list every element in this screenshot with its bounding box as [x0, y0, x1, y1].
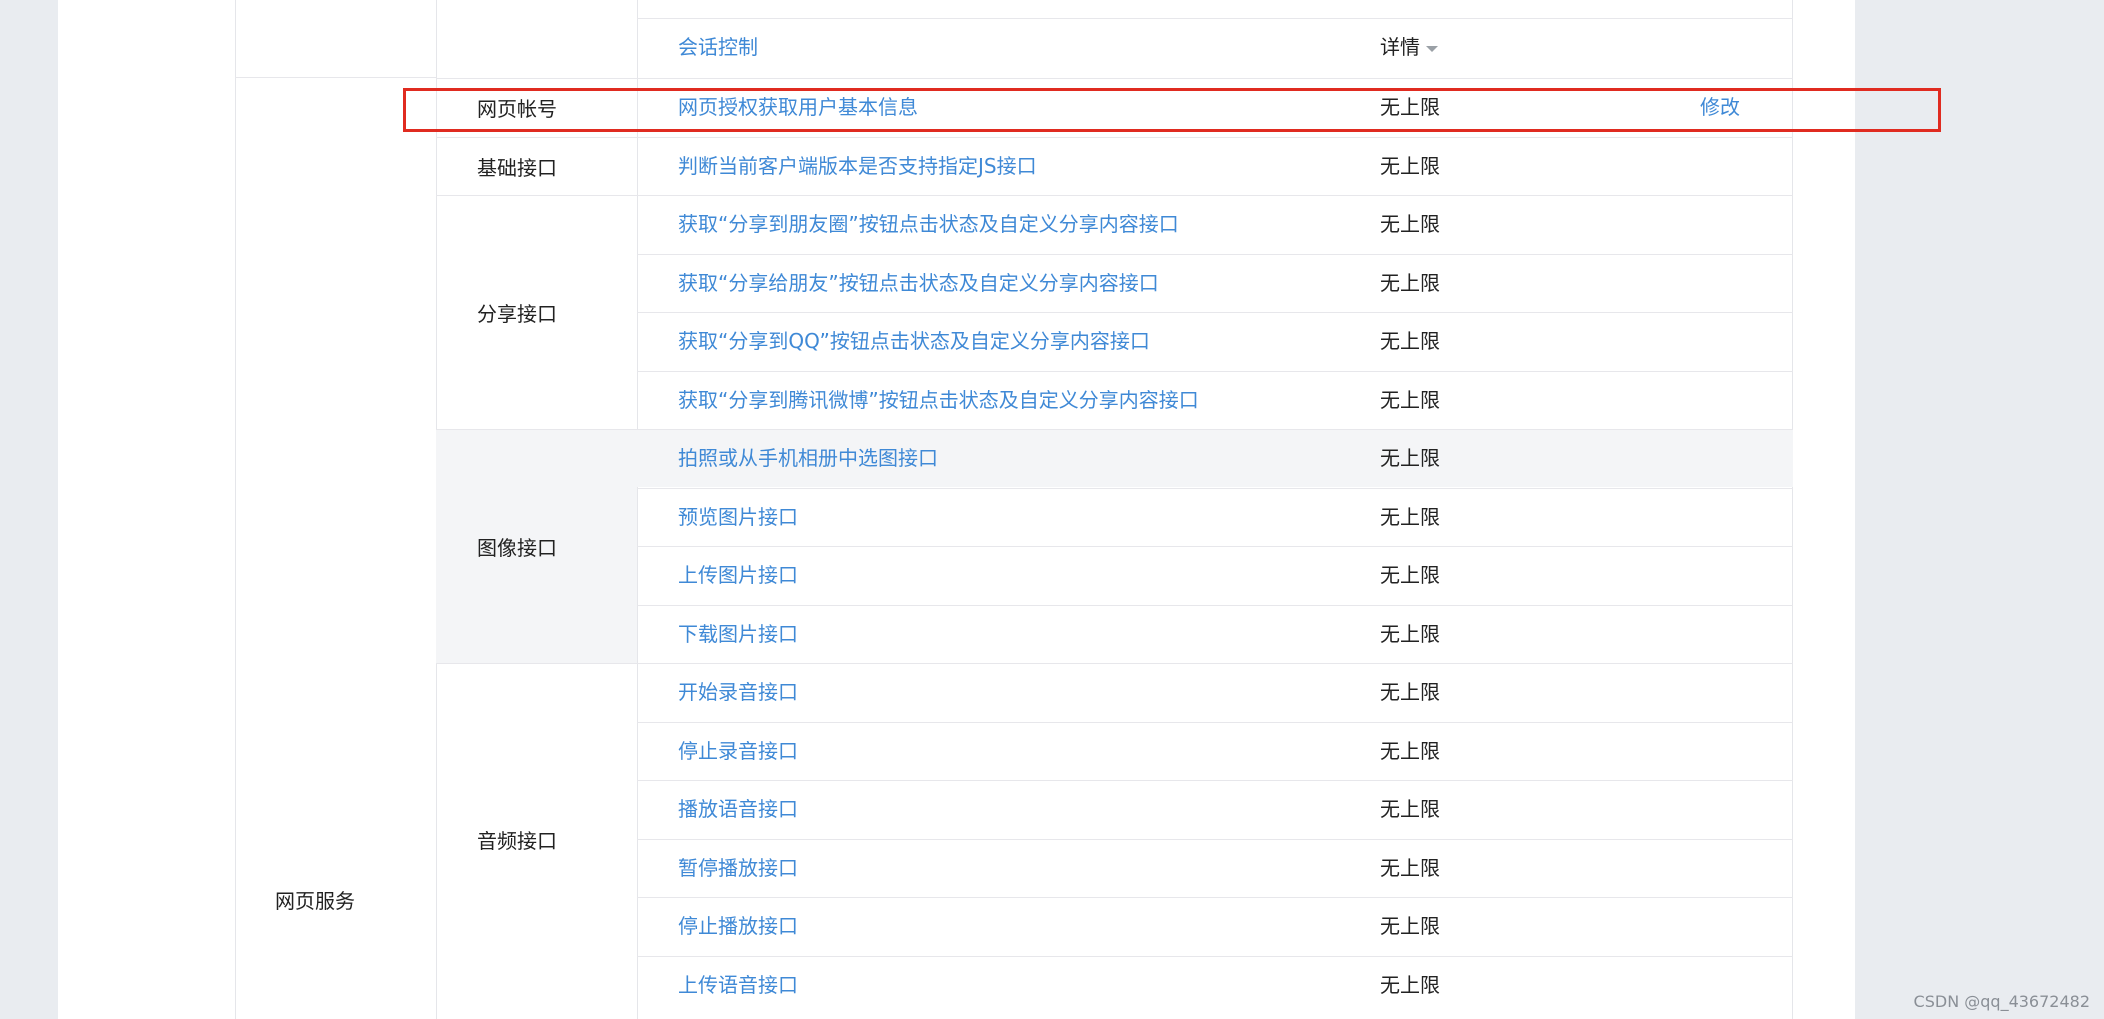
api-link[interactable]: 网页授权获取用户基本信息	[678, 79, 918, 136]
quota-value: 无上限	[1380, 972, 1440, 997]
quota-value: 无上限	[1380, 621, 1440, 646]
quota-value: 无上限	[1380, 153, 1440, 178]
api-link[interactable]: 获取“分享到腾讯微博”按钮点击状态及自定义分享内容接口	[678, 372, 1199, 429]
chevron-down-icon	[1426, 45, 1438, 52]
api-link[interactable]: 停止录音接口	[678, 723, 798, 780]
section-divider	[235, 77, 436, 78]
quota-value: 无上限	[1380, 329, 1440, 353]
quota-value: 无上限	[1380, 563, 1440, 587]
table-left-border	[235, 0, 236, 1019]
quota-value: 无上限	[1380, 387, 1440, 412]
category-name: 分享接口	[477, 302, 557, 326]
api-link[interactable]: 暂停播放接口	[678, 840, 798, 897]
category-label: 分享接口	[436, 195, 637, 429]
table-row: 播放语音接口 无上限	[637, 780, 1793, 838]
api-link[interactable]: 获取“分享给朋友”按钮点击状态及自定义分享内容接口	[678, 255, 1159, 312]
quota-detail-dropdown[interactable]: 详情	[1380, 19, 1438, 76]
table-row: 暂停播放接口 无上限	[637, 838, 1793, 897]
quota-value: 无上限	[1380, 855, 1440, 880]
category-label: 基础接口	[436, 136, 637, 196]
category-label: 网页帐号	[436, 78, 637, 137]
api-link[interactable]: 停止播放接口	[678, 898, 798, 955]
category-label: 图像接口	[436, 429, 637, 663]
table-row: 停止录音接口 无上限	[637, 721, 1793, 780]
quota-value: 无上限	[1380, 738, 1440, 763]
quota-value: 无上限	[1380, 212, 1440, 236]
watermark: CSDN @qq_43672482	[1913, 992, 2090, 1011]
category-name: 网页帐号	[477, 97, 557, 122]
table-row-prev: 会话控制 详情	[637, 18, 1793, 76]
table-row: 获取“分享给朋友”按钮点击状态及自定义分享内容接口 无上限	[637, 253, 1793, 312]
category-label: 音频接口	[436, 663, 637, 1014]
api-link[interactable]: 会话控制	[678, 19, 758, 76]
table-row: 开始录音接口 无上限	[637, 663, 1793, 721]
table-row: 判断当前客户端版本是否支持指定JS接口 无上限	[637, 136, 1793, 195]
quota-value: 无上限	[1380, 270, 1440, 295]
api-link[interactable]: 拍照或从手机相册中选图接口	[678, 430, 938, 487]
api-link[interactable]: 播放语音接口	[678, 781, 798, 838]
table-row: 下载图片接口 无上限	[637, 604, 1793, 663]
table-row: 拍照或从手机相册中选图接口 无上限	[637, 429, 1793, 487]
table-row: 网页授权获取用户基本信息 无上限 修改	[637, 78, 1793, 136]
quota-value: 无上限	[1380, 446, 1440, 470]
content-panel: 会话控制 详情 网页帐号基础接口分享接口图像接口音频接口 网页授权获取用户基本信…	[58, 0, 1941, 1019]
api-link[interactable]: 开始录音接口	[678, 664, 798, 721]
quota-detail-label: 详情	[1380, 35, 1420, 59]
api-link[interactable]: 上传语音接口	[678, 957, 798, 1014]
quota-value: 无上限	[1380, 95, 1440, 119]
category-name: 音频接口	[477, 828, 557, 853]
api-link[interactable]: 获取“分享到QQ”按钮点击状态及自定义分享内容接口	[678, 313, 1150, 370]
table-row: 上传图片接口 无上限	[637, 546, 1793, 604]
service-name: 网页服务	[275, 889, 355, 913]
table-row: 上传语音接口 无上限	[637, 955, 1793, 1014]
api-link[interactable]: 判断当前客户端版本是否支持指定JS接口	[678, 138, 1037, 195]
api-link[interactable]: 上传图片接口	[678, 547, 798, 604]
category-name: 图像接口	[477, 536, 557, 560]
modify-link[interactable]: 修改	[1700, 79, 1740, 136]
api-link[interactable]: 获取“分享到朋友圈”按钮点击状态及自定义分享内容接口	[678, 196, 1179, 253]
quota-value: 无上限	[1380, 680, 1440, 704]
table-row: 获取“分享到QQ”按钮点击状态及自定义分享内容接口 无上限	[637, 312, 1793, 370]
table-row: 预览图片接口 无上限	[637, 487, 1793, 546]
category-name: 基础接口	[477, 155, 557, 180]
table-row: 停止播放接口 无上限	[637, 897, 1793, 955]
quota-value: 无上限	[1380, 504, 1440, 529]
permissions-table: 会话控制 详情 网页帐号基础接口分享接口图像接口音频接口 网页授权获取用户基本信…	[235, 0, 1793, 1019]
api-link[interactable]: 预览图片接口	[678, 489, 798, 546]
api-link[interactable]: 下载图片接口	[678, 606, 798, 663]
quota-value: 无上限	[1380, 797, 1440, 821]
table-row: 获取“分享到朋友圈”按钮点击状态及自定义分享内容接口 无上限	[637, 195, 1793, 253]
table-row: 获取“分享到腾讯微博”按钮点击状态及自定义分享内容接口 无上限	[637, 370, 1793, 429]
quota-value: 无上限	[1380, 914, 1440, 938]
